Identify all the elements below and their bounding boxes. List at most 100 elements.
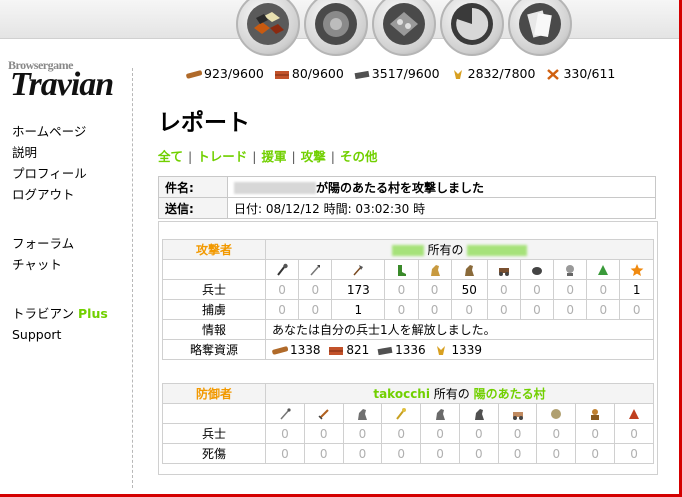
clubswinger-icon [277,263,288,276]
defender-casualties-row: 死傷 0 0 0 0 0 0 0 0 0 0 [162,443,654,464]
blurred-attacker-player [391,245,424,256]
attacker-captured-count: 0 [417,299,452,320]
attacker-captured-count: 0 [264,299,300,320]
attacker-info-label: 情報 [162,319,266,340]
unit-icon-cell [342,403,383,424]
defender-casualty-count: 0 [342,443,383,464]
defender-casualties-label: 死傷 [162,443,266,464]
defender-casualty-count: 0 [614,443,654,464]
theutates-thunder-icon [396,407,407,420]
attacker-soldier-count: 50 [450,279,488,300]
world-map-nav-button[interactable] [372,0,436,56]
unit-icon-cell [536,403,577,424]
resource-wood-value: 923/9600 [204,66,264,81]
sent-row: 送信: 日付: 08/12/12 時間: 03:02:30 時 [158,197,656,219]
axeman-icon [353,264,364,276]
iron-icon [377,346,393,355]
village-map-icon [247,3,289,45]
spearman-icon [310,264,321,276]
defender-soldiers-label: 兵士 [162,423,266,444]
menu-profile[interactable]: プロフィール [12,163,87,184]
menu-forum[interactable]: フォーラム [12,233,74,254]
clay-icon [274,71,289,79]
resource-clay: 80/9600 [274,66,344,81]
defender-casualty-count: 0 [575,443,616,464]
settler-icon [598,264,609,275]
wood-icon [186,70,202,79]
ram-icon [498,267,509,276]
trebuchet-icon [551,408,562,419]
chief-icon [566,264,575,276]
settler-icon [629,408,640,419]
resource-crop: 2832/7800 [450,66,536,81]
filter-separator: | [188,149,193,164]
defender-casualty-count: 0 [303,443,344,464]
attacker-soldier-count: 0 [519,279,555,300]
unit-icon-spacer [162,259,266,280]
defender-soldier-count: 0 [536,423,577,444]
attacker-soldier-count: 173 [331,279,386,300]
clay-icon [329,346,344,355]
resource-consumption-value: 330/611 [563,66,616,81]
statistics-nav-button[interactable] [440,0,504,56]
defender-soldier-count: 0 [303,423,344,444]
filter-all[interactable]: 全て [158,149,183,164]
defender-player-link[interactable]: takocchi [373,387,430,401]
travian-logo[interactable]: Browsergame Travian [8,58,118,106]
attacker-soldier-count: 0 [553,279,588,300]
menu-travian-plus[interactable]: トラビアン Plus [12,303,108,324]
defender-soldier-count: 0 [265,423,305,444]
unit-icon-cell [298,259,333,280]
resource-clay-value: 80/9600 [291,66,344,81]
world-map-icon [383,3,425,45]
defender-soldier-count: 0 [381,423,422,444]
filter-reinforcement[interactable]: 援軍 [261,149,286,164]
menu-home[interactable]: ホームページ [12,121,87,142]
attacker-captured-count: 1 [331,299,386,320]
defender-village-link[interactable]: 陽のあたる村 [474,387,546,401]
unit-icon-cell [519,259,555,280]
attacker-header-row: 攻撃者 所有の [162,239,654,260]
attacker-table: 攻撃者 所有の 兵士 0 0 173 0 0 50 0 0 0 0 1 捕虜 0… [162,239,654,360]
menu-logout[interactable]: ログアウト [12,184,87,205]
ram-icon [512,411,523,420]
defender-casualty-count: 0 [536,443,577,464]
filter-other[interactable]: その他 [340,149,378,164]
crop-icon [453,70,462,79]
resource-crop-value: 2832/7800 [467,66,536,81]
sidebar-menu-community: フォーラム チャット [12,233,74,275]
village-overview-nav-button[interactable] [236,0,300,56]
menu-chat[interactable]: チャット [12,254,74,275]
attacker-info-text: あなたは自分の兵士1人を解放しました。 [265,319,654,340]
attacker-soldiers-row: 兵士 0 0 173 0 0 50 0 0 0 0 1 [162,279,654,300]
resource-consumption: 330/611 [545,66,615,81]
pathfinder-icon [358,408,368,420]
subject-label: 件名: [158,176,228,198]
defender-casualty-count: 0 [381,443,422,464]
unit-icon-cell [303,403,344,424]
phalanx-icon [280,408,291,420]
defender-soldier-count: 0 [458,423,499,444]
attacker-soldier-count: 0 [586,279,621,300]
menu-plus-prefix: トラビアン [12,306,75,321]
blurred-attacker-village [467,245,528,256]
filter-trade[interactable]: トレード [197,149,247,164]
hero-icon [630,263,644,276]
unit-icon-cell [420,403,460,424]
reports-nav-button[interactable] [508,0,572,56]
unit-icon-cell [553,259,588,280]
subject-row: 件名: が陽のあたる村を攻撃しました [158,176,656,198]
menu-instructions[interactable]: 説明 [12,142,87,163]
haeduan-icon [474,408,484,420]
menu-support[interactable]: Support [12,324,108,345]
attacker-role: 攻撃者 [162,239,266,260]
catapult-icon [532,266,542,275]
loot-crop: 1339 [451,342,483,357]
unit-icon-cell [381,403,422,424]
attacker-unit-icons-row [162,259,654,280]
iron-icon [354,70,370,80]
attacker-soldier-count: 0 [417,279,452,300]
filter-attack[interactable]: 攻撃 [301,149,326,164]
defender-role: 防御者 [162,383,266,404]
village-center-nav-button[interactable] [304,0,368,56]
